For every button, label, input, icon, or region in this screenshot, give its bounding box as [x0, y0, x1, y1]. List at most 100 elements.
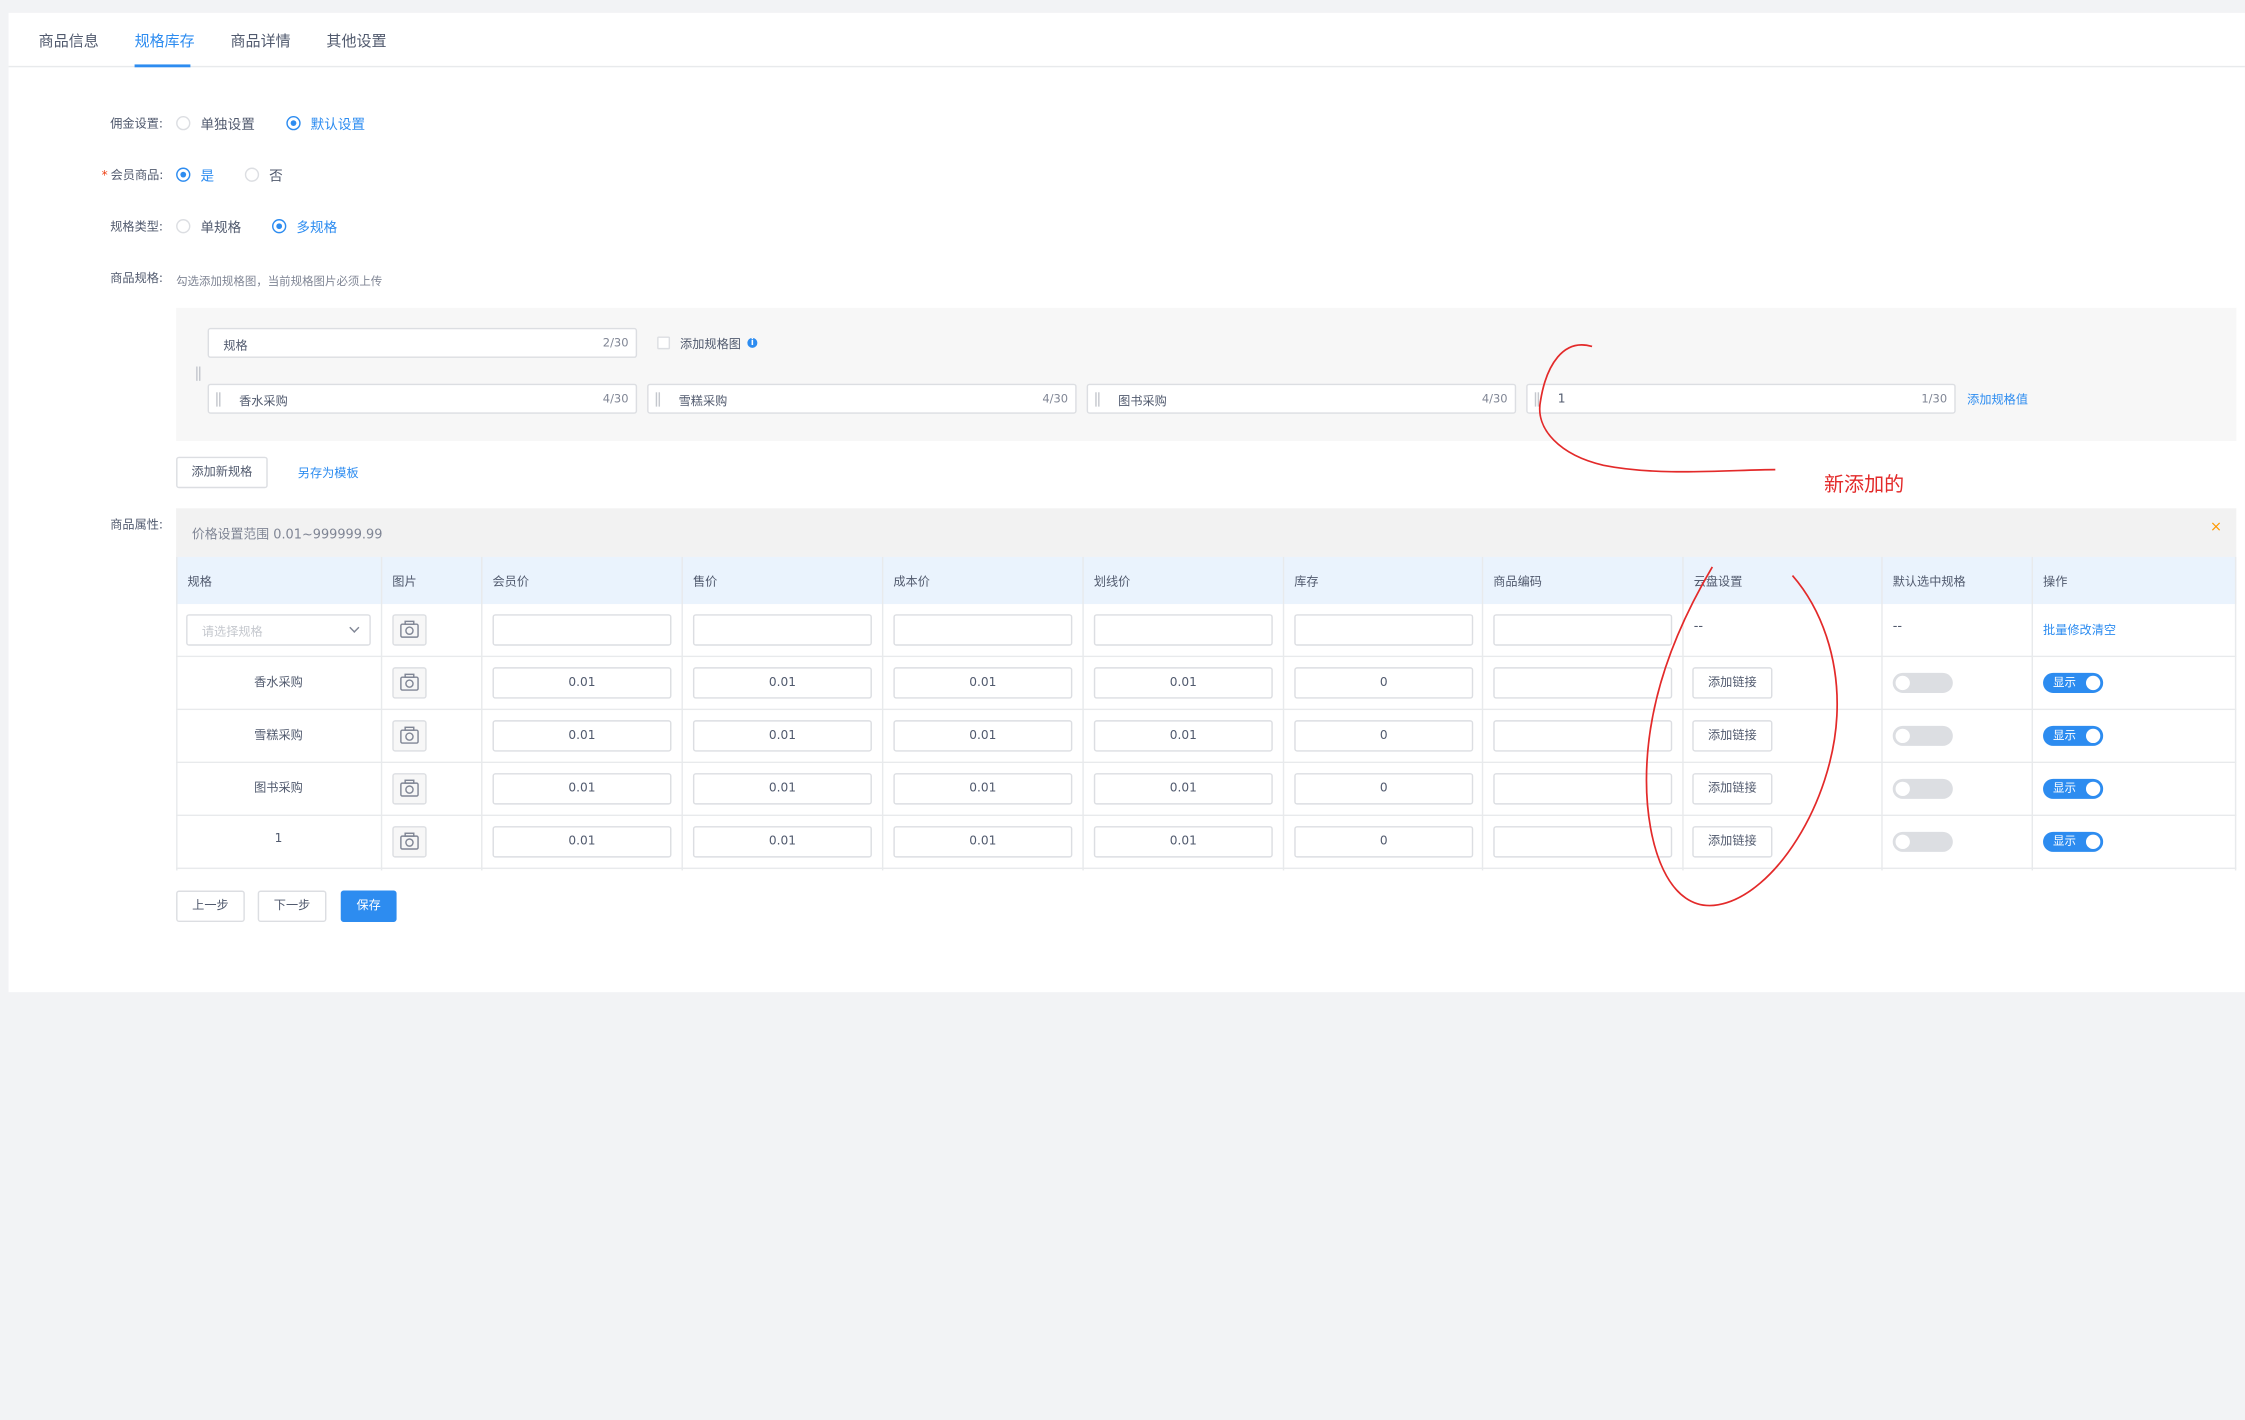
add-link-button[interactable]: 添加链接 — [1692, 826, 1773, 858]
member-price-input[interactable]: 0.01 — [492, 773, 672, 805]
batch-clear-link[interactable]: 批量修改清空 — [2043, 621, 2116, 638]
member-price-input[interactable]: 0.01 — [492, 667, 672, 699]
spec-value-input-3[interactable]: 图书采购 4/30 — [1086, 383, 1517, 414]
table-border — [176, 556, 178, 871]
spec-type-radio-multi[interactable] — [272, 219, 287, 234]
batch-stock-input[interactable] — [1294, 614, 1474, 646]
line-price-input[interactable]: 0.01 — [1093, 773, 1273, 805]
commission-option-default[interactable]: 默认设置 — [311, 113, 365, 133]
save-button[interactable]: 保存 — [340, 890, 397, 923]
add-link-button[interactable]: 添加链接 — [1692, 773, 1773, 805]
add-link-button[interactable]: 添加链接 — [1692, 720, 1773, 752]
column-header: 操作 — [2043, 575, 2068, 590]
camera-icon[interactable] — [392, 667, 427, 699]
batch-line-price-input[interactable] — [1093, 614, 1273, 646]
spec-name-input[interactable]: 规格 2/30 — [207, 327, 638, 358]
show-toggle-label: 显示 — [2053, 781, 2076, 795]
batch-cost-input[interactable] — [893, 614, 1073, 646]
member-option-yes[interactable]: 是 — [200, 165, 214, 185]
spec-type-label: 规格类型: — [110, 220, 164, 235]
price-input[interactable]: 0.01 — [692, 667, 872, 699]
prev-step-button[interactable]: 上一步 — [176, 890, 245, 923]
next-step-button[interactable]: 下一步 — [257, 890, 327, 923]
show-toggle[interactable]: 显示 — [2043, 831, 2104, 852]
spec-value-input-1[interactable]: 香水采购 4/30 — [207, 383, 638, 414]
batch-code-input[interactable] — [1493, 614, 1673, 646]
tab-other-settings[interactable]: 其他设置 — [326, 30, 386, 51]
table-divider — [1481, 556, 1484, 871]
close-icon[interactable]: × — [2210, 520, 2222, 536]
stock-input[interactable]: 0 — [1294, 667, 1474, 699]
batch-price-input[interactable] — [692, 614, 872, 646]
drag-handle-icon[interactable] — [1534, 392, 1540, 407]
spec-select[interactable]: 请选择规格 — [186, 614, 371, 646]
stock-input[interactable]: 0 — [1294, 773, 1474, 805]
default-spec-toggle[interactable] — [1892, 778, 1953, 799]
member-radio-no[interactable] — [244, 167, 260, 182]
camera-icon[interactable] — [392, 720, 427, 752]
member-price-input[interactable]: 0.01 — [492, 720, 672, 752]
code-input[interactable] — [1493, 667, 1673, 699]
table-divider — [1881, 556, 1883, 871]
line-price-input[interactable]: 0.01 — [1093, 667, 1273, 699]
batch-member-price-input[interactable] — [492, 614, 672, 646]
price-input[interactable]: 0.01 — [692, 773, 872, 805]
batch-edit-row: 请选择规格 -- -- 批量修改清空 — [176, 604, 2237, 658]
spec-value-input-4[interactable]: 1 1/30 — [1526, 383, 1956, 414]
price-input[interactable]: 0.01 — [692, 826, 872, 858]
member-price-input[interactable]: 0.01 — [492, 826, 672, 858]
member-option-no[interactable]: 否 — [269, 165, 283, 185]
commission-option-single[interactable]: 单独设置 — [200, 113, 254, 133]
tab-product-detail[interactable]: 商品详情 — [231, 30, 291, 51]
show-toggle[interactable]: 显示 — [2043, 725, 2104, 746]
member-label-text: 会员商品: — [110, 168, 164, 184]
camera-icon[interactable] — [392, 614, 427, 646]
spec-type-option-single[interactable]: 单规格 — [200, 216, 241, 236]
cost-input[interactable]: 0.01 — [893, 773, 1073, 805]
default-spec-toggle[interactable] — [1892, 672, 1953, 693]
commission-radio-single[interactable] — [176, 115, 191, 131]
show-toggle[interactable]: 显示 — [2043, 672, 2104, 693]
tab-bar: 商品信息 规格库存 商品详情 其他设置 — [8, 13, 2245, 68]
tab-spec-stock[interactable]: 规格库存 — [135, 30, 195, 51]
default-spec-toggle[interactable] — [1892, 725, 1953, 746]
save-as-template-link[interactable]: 另存为模板 — [298, 464, 359, 481]
stock-input[interactable]: 0 — [1294, 720, 1474, 752]
add-spec-value-link[interactable]: 添加规格值 — [1967, 391, 2028, 408]
add-spec-image-label[interactable]: 添加规格图 — [680, 335, 741, 352]
member-radio-yes[interactable] — [176, 167, 191, 182]
table-header: 规格 图片 会员价 售价 成本价 划线价 库存 商品编码 云盘设置 默认选中规格… — [176, 556, 2237, 605]
commission-label: 佣金设置: — [110, 117, 164, 132]
code-input[interactable] — [1493, 720, 1673, 752]
default-spec-toggle[interactable] — [1892, 831, 1953, 852]
tab-product-info[interactable]: 商品信息 — [39, 30, 99, 51]
line-price-input[interactable]: 0.01 — [1093, 826, 1273, 858]
spec-value-text: 香水采购 — [239, 395, 288, 410]
table-divider — [1682, 556, 1684, 871]
cost-input[interactable]: 0.01 — [893, 667, 1073, 699]
spec-value-input-2[interactable]: 雪糕采购 4/30 — [647, 383, 1077, 414]
price-input[interactable]: 0.01 — [692, 720, 872, 752]
spec-type-radio-single[interactable] — [176, 219, 191, 234]
stock-input[interactable]: 0 — [1294, 826, 1474, 858]
drag-handle-icon[interactable] — [1095, 392, 1100, 407]
show-toggle[interactable]: 显示 — [2043, 778, 2104, 799]
spec-name-count: 2/30 — [602, 336, 629, 350]
line-price-input[interactable]: 0.01 — [1093, 720, 1273, 752]
spec-type-option-multi[interactable]: 多规格 — [296, 216, 337, 236]
code-input[interactable] — [1493, 773, 1673, 805]
add-new-spec-button[interactable]: 添加新规格 — [176, 456, 268, 489]
camera-icon[interactable] — [392, 826, 427, 858]
drag-handle-icon[interactable] — [216, 392, 221, 407]
required-mark: * — [101, 168, 108, 184]
code-input[interactable] — [1493, 826, 1673, 858]
camera-icon[interactable] — [392, 773, 427, 805]
add-link-button[interactable]: 添加链接 — [1692, 667, 1773, 699]
cost-input[interactable]: 0.01 — [893, 720, 1073, 752]
add-spec-image-checkbox[interactable] — [657, 336, 671, 350]
column-header: 会员价 — [492, 575, 530, 590]
drag-handle-icon[interactable] — [655, 392, 661, 407]
commission-radio-default[interactable] — [286, 115, 301, 131]
cost-input[interactable]: 0.01 — [893, 826, 1073, 858]
spec-drag-handle[interactable] — [196, 366, 201, 381]
